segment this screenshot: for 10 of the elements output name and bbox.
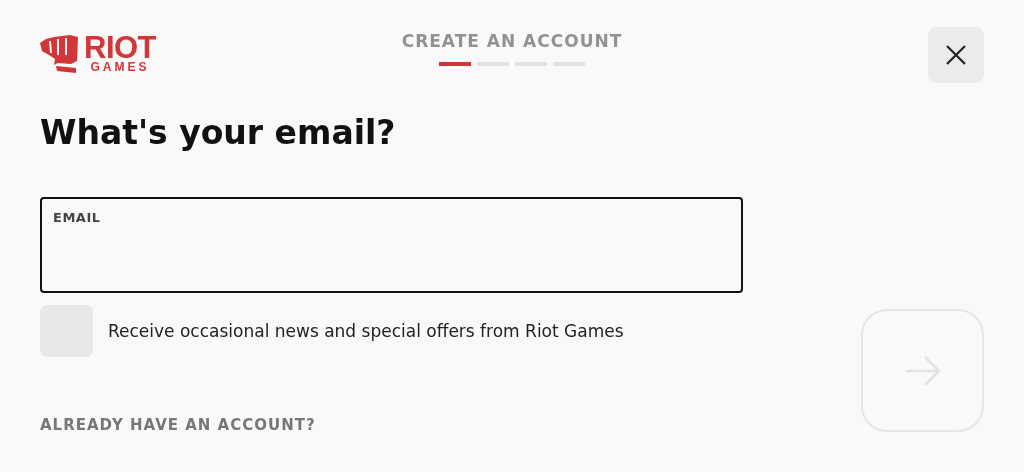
logo-subtitle: GAMES (90, 61, 150, 74)
page-title: CREATE AN ACCOUNT (401, 31, 623, 51)
heading: What's your email? (40, 113, 397, 153)
fist-logo-icon (40, 35, 78, 73)
close-icon (945, 44, 967, 66)
close-button[interactable] (928, 27, 984, 83)
email-field[interactable]: EMAIL (40, 197, 743, 293)
sign-in-link[interactable]: ALREADY HAVE AN ACCOUNT? (40, 416, 316, 434)
checkbox-label: Receive occasional news and special offers from Riot Games (108, 321, 624, 341)
logo-wordmark: RIOT (84, 35, 157, 61)
